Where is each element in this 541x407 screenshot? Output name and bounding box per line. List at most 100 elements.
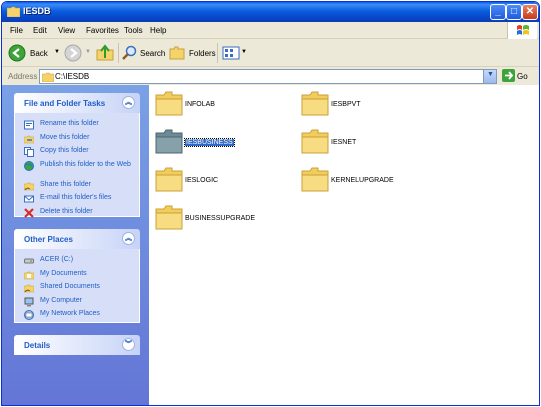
panel-title: Other Places: [24, 235, 73, 244]
toolbar: Back ▼ ▼ Search Folders ▼: [2, 39, 539, 67]
task-publish-folder[interactable]: Publish this folder to the Web: [15, 159, 139, 179]
chevron-down-icon: ▼: [487, 71, 494, 78]
folder-icon: [42, 72, 54, 82]
place-acer-drive[interactable]: ACER (C:): [15, 254, 139, 268]
shared-documents-icon: [24, 284, 34, 293]
expand-icon[interactable]: ︾: [122, 338, 135, 351]
file-folder-tasks-body: Rename this folder Move this folder Copy…: [14, 113, 140, 220]
up-folder-button[interactable]: [96, 43, 116, 63]
forward-dropdown-icon[interactable]: ▼: [85, 49, 91, 55]
title-bar[interactable]: IESDB _ □ ✕: [2, 2, 539, 22]
toolbar-separator: [118, 43, 119, 63]
folder-icon: [7, 6, 20, 17]
place-my-network-places[interactable]: My Network Places: [15, 308, 139, 322]
panel-title: Details: [24, 341, 51, 350]
views-button[interactable]: ▼: [222, 43, 248, 63]
place-my-documents[interactable]: My Documents: [15, 268, 139, 282]
forward-arrow-icon: [64, 44, 82, 62]
place-my-computer[interactable]: My Computer: [15, 295, 139, 309]
other-places-header[interactable]: Other Places ︽: [14, 229, 140, 249]
folder-name: INFOLAB: [185, 101, 215, 108]
network-places-icon: [24, 310, 34, 320]
place-label: ACER (C:): [40, 256, 74, 263]
task-label: Delete this folder: [40, 207, 93, 215]
folder-item-businessupgrade[interactable]: BUSINESSUPGRADE: [155, 205, 285, 233]
search-button[interactable]: Search: [122, 43, 166, 63]
folder-name: KERNELUPGRADE: [331, 177, 394, 184]
maximize-icon: □: [510, 6, 518, 17]
menu-favorites[interactable]: Favorites: [86, 26, 119, 35]
maximize-button[interactable]: □: [506, 4, 522, 20]
back-arrow-icon: [8, 44, 26, 62]
go-button[interactable]: Go: [501, 69, 539, 84]
folder-name: IESNET: [331, 139, 357, 146]
details-header[interactable]: Details ︾: [14, 335, 140, 355]
menu-tools[interactable]: Tools: [124, 26, 143, 35]
menu-view[interactable]: View: [58, 26, 75, 35]
task-share-folder[interactable]: Share this folder: [15, 179, 139, 193]
task-label: Rename this folder: [40, 120, 99, 127]
collapse-icon[interactable]: ︽: [122, 232, 135, 245]
menu-help[interactable]: Help: [150, 26, 166, 35]
folder-item-kernelupgrade[interactable]: KERNELUPGRADE: [301, 167, 431, 195]
task-move-folder[interactable]: Move this folder: [15, 132, 139, 146]
folder-item-ieslogic[interactable]: IESLOGIC: [155, 167, 285, 195]
address-bar: Address C:\IESDB ▼ Go: [2, 67, 539, 85]
delete-icon: [24, 207, 34, 218]
drive-icon: [24, 258, 34, 264]
menu-file[interactable]: File: [10, 26, 23, 35]
folder-icon: [155, 167, 183, 192]
task-rename-folder[interactable]: Rename this folder: [15, 118, 139, 132]
address-dropdown-button[interactable]: ▼: [483, 70, 496, 83]
folder-icon: [155, 205, 183, 230]
task-pane: File and Folder Tasks ︽ Rename this fold…: [2, 85, 149, 405]
email-icon: [24, 195, 34, 203]
close-button[interactable]: ✕: [522, 4, 538, 20]
folder-item-infolab[interactable]: INFOLAB: [155, 91, 285, 119]
windows-logo-icon: [507, 22, 537, 39]
place-label: My Documents: [40, 269, 87, 277]
file-folder-tasks-panel: File and Folder Tasks ︽ Rename this fold…: [14, 93, 140, 220]
other-places-panel: Other Places ︽ ACER (C:) My Documents Sh…: [14, 229, 140, 323]
menu-edit[interactable]: Edit: [33, 26, 47, 35]
forward-button[interactable]: ▼: [64, 43, 91, 63]
place-label: Shared Documents: [40, 283, 100, 290]
task-label: Move this folder: [40, 133, 90, 141]
folder-name: IESBPVT: [331, 101, 361, 108]
address-field[interactable]: C:\IESDB ▼: [39, 69, 497, 84]
file-folder-tasks-header[interactable]: File and Folder Tasks ︽: [14, 93, 140, 113]
menu-bar: File Edit View Favorites Tools Help: [2, 22, 539, 39]
folders-button[interactable]: Folders: [169, 43, 216, 63]
task-delete-folder[interactable]: Delete this folder: [15, 206, 139, 220]
folder-icon: [301, 167, 329, 192]
collapse-icon[interactable]: ︽: [122, 96, 135, 109]
folder-name: IESBUSINESS: [184, 138, 235, 147]
folders-icon: [169, 46, 185, 60]
folder-name: BUSINESSUPGRADE: [185, 215, 256, 222]
back-button[interactable]: Back ▼: [8, 43, 62, 63]
task-copy-folder[interactable]: Copy this folder: [15, 145, 139, 159]
rename-icon: [24, 120, 34, 130]
details-panel: Details ︾: [14, 335, 140, 355]
explorer-window: IESDB _ □ ✕ File Edit View Favorites Too…: [1, 1, 540, 406]
task-email-files[interactable]: E-mail this folder's files: [15, 192, 139, 206]
search-label: Search: [140, 49, 166, 58]
minimize-button[interactable]: _: [490, 4, 506, 20]
copy-icon: [24, 147, 34, 157]
address-value: C:\IESDB: [55, 72, 90, 81]
place-label: My Computer: [40, 296, 83, 304]
folder-icon: [301, 129, 329, 154]
folder-name: IESLOGIC: [185, 177, 219, 184]
place-shared-documents[interactable]: Shared Documents: [15, 281, 139, 295]
folders-label: Folders: [189, 49, 216, 58]
folder-item-iesbusiness[interactable]: IESBUSINESS: [155, 129, 285, 157]
window-title: IESDB: [23, 6, 51, 16]
my-documents-icon: [24, 271, 34, 279]
folder-item-iesnet[interactable]: IESNET: [301, 129, 431, 157]
folder-item-iesbpvt[interactable]: IESBPVT: [301, 91, 431, 119]
views-dropdown-icon[interactable]: ▼: [241, 49, 247, 55]
back-dropdown-icon[interactable]: ▼: [54, 49, 60, 55]
move-icon: [24, 135, 34, 143]
minimize-icon: _: [495, 6, 501, 17]
other-places-body: ACER (C:) My Documents Shared Documents …: [14, 249, 140, 323]
